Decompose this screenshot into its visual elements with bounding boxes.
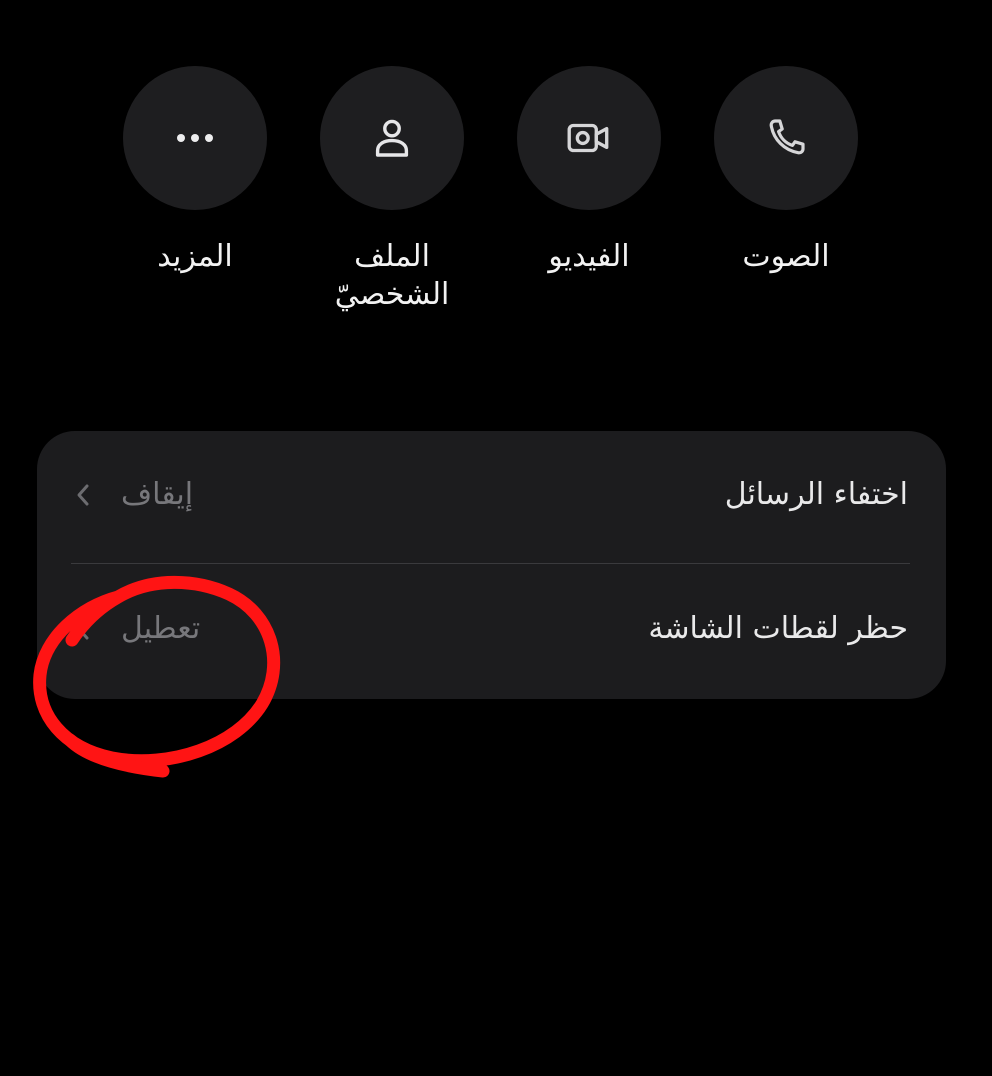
profile-button[interactable] [320,66,464,210]
profile-label: الملف الشخصيّ [334,239,450,312]
voice-call-label: الصوت [742,239,830,274]
video-call-action[interactable]: الفيديو [499,66,679,276]
video-call-label: الفيديو [548,239,630,274]
screenshot-block-title: حظر لقطات الشاشة [648,611,908,646]
screenshot-block-row[interactable]: حظر لقطات الشاشة تعطيل [37,565,946,697]
ellipsis-icon [177,134,213,142]
more-button[interactable] [123,66,267,210]
more-action[interactable]: المزيد [105,66,285,276]
person-icon [375,119,409,157]
privacy-settings-card: اختفاء الرسائل إيقاف حظر لقطات الشاشة تع… [37,431,946,699]
voice-call-action[interactable]: الصوت [696,66,876,276]
disappearing-messages-title: اختفاء الرسائل [724,477,908,512]
video-camera-icon [567,123,609,153]
profile-action[interactable]: الملف الشخصيّ [302,66,482,314]
disappearing-messages-row[interactable]: اختفاء الرسائل إيقاف [37,431,946,563]
disappearing-messages-value: إيقاف [121,477,194,512]
voice-call-button[interactable] [714,66,858,210]
chevron-left-icon [77,484,89,506]
chevron-left-icon [77,618,89,640]
more-label: المزيد [157,239,233,274]
screenshot-block-value: تعطيل [121,611,201,646]
phone-icon [769,119,805,155]
action-buttons-row: الصوت الفيديو الملف الشخصيّ المزيد [0,0,992,360]
video-call-button[interactable] [517,66,661,210]
row-divider [71,563,910,564]
